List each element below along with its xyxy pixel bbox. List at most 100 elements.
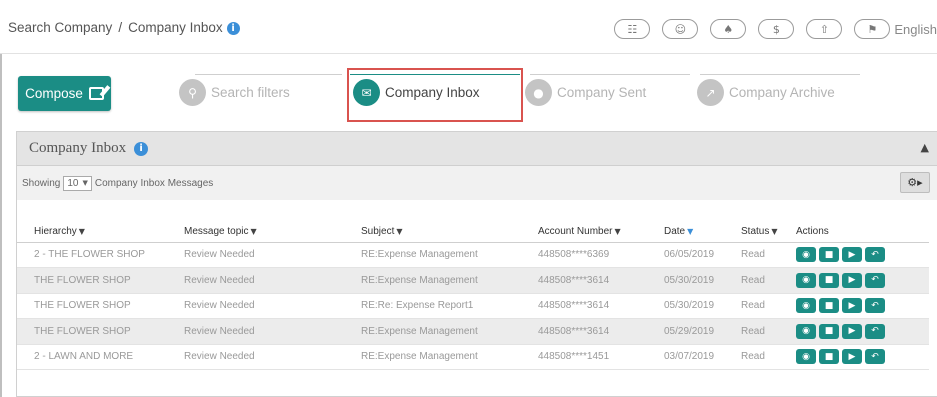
cell-date: 06/05/2019 <box>647 242 724 268</box>
cell-hierarchy: THE FLOWER SHOP <box>17 293 167 319</box>
page-size-value: 10 <box>67 177 79 189</box>
cell-subject: RE:Expense Management <box>344 318 521 345</box>
page-size-select[interactable]: 10 ▼ <box>63 175 92 191</box>
row-actions: ◉ ■ ▶ ↶ <box>796 272 929 288</box>
table-row[interactable]: 2 - THE FLOWER SHOP Review Needed RE:Expen… <box>17 242 929 268</box>
bell-icon[interactable]: ♠ <box>710 19 747 39</box>
tag-icon[interactable]: ▶ <box>842 272 862 288</box>
sort-icon: ▼ <box>614 227 621 237</box>
tag-icon[interactable]: ▶ <box>842 298 862 314</box>
view-icon[interactable]: ◉ <box>796 323 816 339</box>
panel-header[interactable]: Company Inbox i ▲ <box>17 132 937 166</box>
breadcrumb-company-inbox: Company Inbox <box>128 20 223 35</box>
step-connector <box>195 74 342 75</box>
users-icon: ● <box>525 79 552 106</box>
breadcrumb-search-company[interactable]: Search Company <box>8 20 112 35</box>
language-label: English <box>894 21 937 37</box>
step-label: Company Sent <box>557 85 647 100</box>
info-icon[interactable]: i <box>134 141 149 156</box>
column-header[interactable]: Subject ▼ <box>344 222 521 243</box>
table-row[interactable]: THE FLOWER SHOP Review Needed RE:Expense M… <box>17 267 929 294</box>
cell-date: 05/29/2019 <box>647 318 724 345</box>
step-search-filters[interactable]: ⚲ Search filters <box>179 79 290 106</box>
row-actions: ◉ ■ ▶ ↶ <box>796 298 929 314</box>
gear-icon: ⚙▸ <box>907 176 923 189</box>
column-header[interactable]: Date ▼ <box>647 222 724 243</box>
view-icon[interactable]: ◉ <box>796 272 816 288</box>
list-icon[interactable]: ☷ <box>614 19 651 39</box>
table-row[interactable]: THE FLOWER SHOP Review Needed RE:Expense M… <box>17 318 929 345</box>
share-icon: ↗ <box>697 79 724 106</box>
delete-icon[interactable]: ■ <box>819 247 839 263</box>
dollar-icon[interactable]: $ <box>758 19 795 39</box>
messages-table: Hierarchy ▼ Message topic ▼ Subject ▼ Account … <box>17 222 929 370</box>
delete-icon[interactable]: ■ <box>819 349 839 365</box>
cell-hierarchy: 2 - THE FLOWER SHOP <box>17 242 167 268</box>
column-header-label: Hierarchy <box>34 226 77 238</box>
table-row[interactable]: 2 - LAWN AND MORE Review Needed RE:Expense… <box>17 344 929 370</box>
panel-toolbar: Showing 10 ▼ Company Inbox Messages ⚙▸ <box>17 166 937 200</box>
compose-label: Compose <box>25 86 83 101</box>
breadcrumb-separator: / <box>118 20 123 35</box>
column-header[interactable]: Account Number ▼ <box>521 222 647 243</box>
cell-date: 05/30/2019 <box>647 267 724 294</box>
info-icon[interactable]: i <box>226 21 240 35</box>
view-icon[interactable]: ◉ <box>796 349 816 365</box>
view-icon[interactable]: ◉ <box>796 298 816 314</box>
sort-icon: ▼ <box>250 227 257 237</box>
top-header: Search Company / Company Inbox i ☷ ☺ ♠ $ ⇧ … <box>0 0 937 54</box>
language-selector[interactable]: ⚑ English <box>854 19 937 39</box>
tag-icon[interactable]: ▶ <box>842 247 862 263</box>
step-company-archive[interactable]: ↗ Company Archive <box>697 79 835 106</box>
table-body: 2 - THE FLOWER SHOP Review Needed RE:Expen… <box>17 242 929 370</box>
reply-icon[interactable]: ↶ <box>865 349 885 365</box>
cell-hierarchy: 2 - LAWN AND MORE <box>17 344 167 370</box>
table-header-row: Hierarchy ▼ Message topic ▼ Subject ▼ Account … <box>17 222 929 243</box>
cell-hierarchy: THE FLOWER SHOP <box>17 318 167 345</box>
step-label: Search filters <box>211 85 290 100</box>
cell-topic: Review Needed <box>167 242 344 268</box>
cell-account: 448508****3614 <box>521 318 647 345</box>
cell-actions: ◉ ■ ▶ ↶ <box>779 242 929 268</box>
cell-status: Read <box>724 267 779 294</box>
cell-hierarchy: THE FLOWER SHOP <box>17 267 167 294</box>
compose-button[interactable]: Compose <box>18 76 111 111</box>
column-header[interactable]: Status ▼ <box>724 222 779 243</box>
delete-icon[interactable]: ■ <box>819 323 839 339</box>
table-row[interactable]: THE FLOWER SHOP Review Needed RE:Re: Expen… <box>17 293 929 319</box>
upload-icon[interactable]: ⇧ <box>806 19 843 39</box>
showing-suffix: Company Inbox Messages <box>94 177 214 189</box>
view-icon[interactable]: ◉ <box>796 247 816 263</box>
reply-icon[interactable]: ↶ <box>865 298 885 314</box>
reply-icon[interactable]: ↶ <box>865 272 885 288</box>
cell-subject: RE:Expense Management <box>344 344 521 370</box>
company-inbox-panel: Company Inbox i ▲ Showing 10 ▼ Company I… <box>16 131 937 397</box>
sort-icon: ▼ <box>771 227 778 237</box>
settings-button[interactable]: ⚙▸ <box>900 172 930 193</box>
sort-icon: ▼ <box>687 227 694 237</box>
tag-icon[interactable]: ▶ <box>842 323 862 339</box>
step-connector <box>700 74 860 75</box>
cell-status: Read <box>724 293 779 319</box>
cell-actions: ◉ ■ ▶ ↶ <box>779 267 929 294</box>
reply-icon[interactable]: ↶ <box>865 247 885 263</box>
column-header[interactable]: Message topic ▼ <box>167 222 344 243</box>
cell-topic: Review Needed <box>167 293 344 319</box>
cell-subject: RE:Re: Expense Report1 <box>344 293 521 319</box>
cell-actions: ◉ ■ ▶ ↶ <box>779 293 929 319</box>
row-actions: ◉ ■ ▶ ↶ <box>796 349 929 365</box>
collapse-icon[interactable]: ▲ <box>921 141 929 154</box>
step-connector <box>530 74 690 75</box>
step-company-sent[interactable]: ● Company Sent <box>525 79 646 106</box>
step-label: Company Archive <box>729 85 835 100</box>
chevron-down-icon: ▼ <box>82 179 88 187</box>
delete-icon[interactable]: ■ <box>819 272 839 288</box>
tag-icon[interactable]: ▶ <box>842 349 862 365</box>
user-icon[interactable]: ☺ <box>662 19 699 39</box>
search-icon: ⚲ <box>179 79 206 106</box>
column-header: Actions <box>779 222 929 243</box>
column-header[interactable]: Hierarchy ▼ <box>17 222 167 243</box>
reply-icon[interactable]: ↶ <box>865 323 885 339</box>
delete-icon[interactable]: ■ <box>819 298 839 314</box>
header-icon-bar: ☷ ☺ ♠ $ ⇧ ⚑ English <box>614 19 937 39</box>
